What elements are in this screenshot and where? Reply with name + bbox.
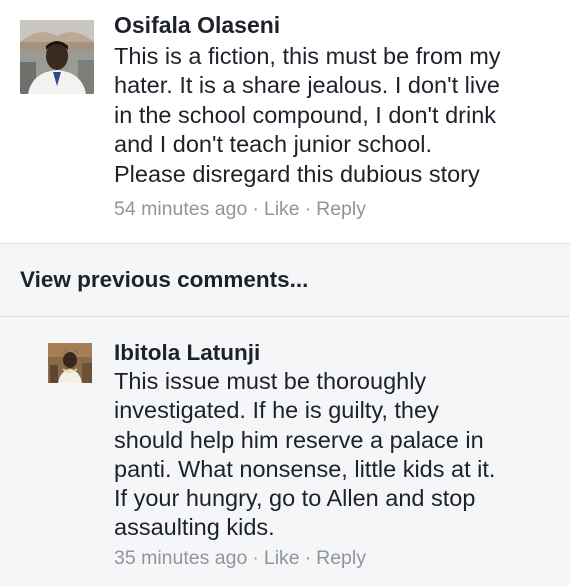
comment-text-line: This is a fiction, this must be from my [114,43,501,69]
comment-author[interactable]: Osifala Olaseni [114,8,280,42]
reply-link[interactable]: Reply [316,547,366,569]
reply-link[interactable]: Reply [316,198,366,220]
comment-text-line: investigated. If he is guilty, they [114,397,439,424]
comment-text-line: assaulting kids. [114,514,275,541]
comment-body: This is a fiction, this must be from my … [114,42,559,189]
comment-text-line: should help him reserve a palace in [114,426,484,453]
separator-dot: · [252,547,259,569]
comment-author[interactable]: Ibitola Latunji [114,337,260,369]
avatar[interactable] [48,343,92,383]
comment-meta: 54 minutes ago · Like · Reply [114,196,366,222]
separator-dot: · [252,198,259,220]
comment-item: Osifala Olaseni This is a fiction, this … [0,0,570,243]
comment-text-line: This issue must be thoroughly [114,368,427,394]
comment-meta: 35 minutes ago · Like · Reply [114,545,366,571]
profile-photo [48,343,92,383]
comment-timestamp[interactable]: 54 minutes ago [114,198,247,220]
comment-timestamp[interactable]: 35 minutes ago [114,547,247,569]
view-previous-comments-link[interactable]: View previous comments... [20,265,308,295]
comment-text-line: panti. What nonsense, little kids at it. [114,455,496,482]
comment-text-line: and I don't teach junior school. [114,131,433,158]
profile-photo [20,20,94,94]
separator-dot: · [304,547,312,569]
comment-text-line: Please disregard this dubious story [114,160,480,187]
comment-text-line: in the school compound, I don't drink [114,101,497,128]
separator-dot: · [304,198,312,220]
like-link[interactable]: Like [264,547,300,569]
comment-text-line: If your hungry, go to Allen and stop [114,485,476,512]
avatar[interactable] [20,20,94,94]
comment-body: This issue must be thoroughly investigat… [114,367,559,543]
comment-text-line: hater. It is a share jealous. I don't li… [114,72,500,99]
like-link[interactable]: Like [264,198,300,220]
